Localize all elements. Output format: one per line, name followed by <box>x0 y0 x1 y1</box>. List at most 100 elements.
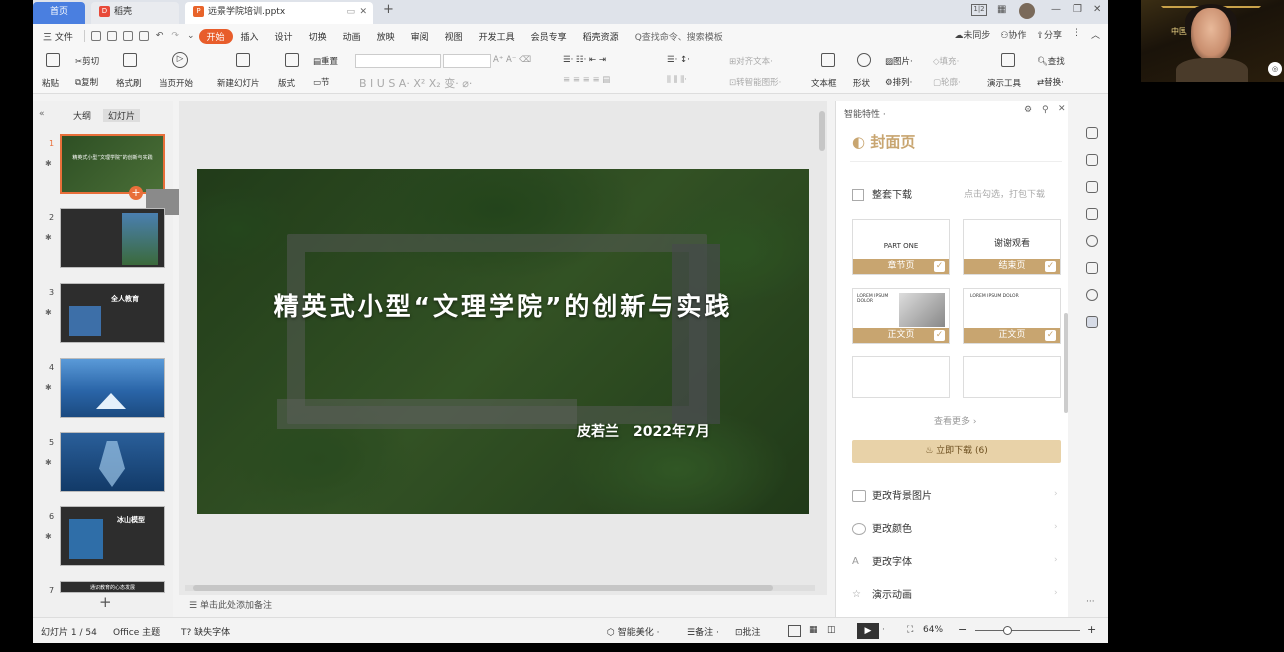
present-tools-icon[interactable] <box>1001 53 1015 67</box>
close-window-icon[interactable]: ✕ <box>1093 4 1101 15</box>
menu-start[interactable]: 开始 <box>198 28 233 44</box>
bullets-icon[interactable]: ☰· ☷· ⇤ ⇥ <box>563 55 606 65</box>
layout-icon[interactable] <box>285 53 299 67</box>
slideshow-options-icon[interactable]: · <box>882 625 885 635</box>
zoom-fit-icon[interactable]: ⛶ <box>907 625 913 635</box>
slide-thumbnail-3[interactable]: 全人教育 <box>60 283 165 343</box>
print-icon[interactable] <box>122 31 133 41</box>
notes-button[interactable]: ☰备注 · <box>687 625 719 638</box>
font-style-buttons[interactable]: B I U S A· X² X₂ 变· ⌀· <box>359 75 472 91</box>
save-icon[interactable] <box>90 31 101 41</box>
collapse-ribbon-icon[interactable]: ︿ <box>1091 28 1100 41</box>
new-slide-icon[interactable] <box>236 53 250 67</box>
paste-icon[interactable] <box>46 53 60 67</box>
tab-daoke[interactable]: D 稻壳 <box>91 2 179 24</box>
undo-icon[interactable]: ↶ <box>156 31 164 41</box>
format-painter-icon[interactable] <box>123 53 137 67</box>
find-button[interactable]: 🔍︎查找 <box>1037 55 1065 67</box>
menu-design[interactable]: 设计 <box>267 30 301 43</box>
outline-button[interactable]: ▢轮廓· <box>933 76 961 88</box>
templates-scrollbar[interactable] <box>1064 313 1068 413</box>
replace-button[interactable]: ⇄替换· <box>1037 76 1064 88</box>
more-options-icon[interactable]: ··· <box>1086 597 1095 607</box>
apps-grid-icon[interactable]: ▦ <box>997 4 1006 15</box>
smart-graphic-button[interactable]: ⊡转智能图形· <box>729 76 781 88</box>
paragraph-align-icons[interactable]: ≡ ≡ ≡ ≡ ▤ <box>563 75 610 85</box>
checkbox-icon[interactable]: ✓ <box>934 330 945 341</box>
panel-header[interactable]: 智能特性 · <box>844 107 886 120</box>
settings-icon[interactable]: ⚙ <box>1024 105 1032 115</box>
collapse-panel-icon[interactable]: « <box>39 109 45 119</box>
font-size-select[interactable] <box>443 54 491 68</box>
cube-icon[interactable] <box>1086 316 1098 328</box>
zoom-in-icon[interactable]: + <box>1087 623 1096 636</box>
notes-area[interactable]: ☰ 单击此处添加备注 <box>179 595 827 617</box>
menu-member[interactable]: 会员专享 <box>523 30 575 43</box>
help-icon[interactable] <box>1086 235 1098 247</box>
preview-icon[interactable] <box>138 31 149 41</box>
export-icon[interactable] <box>106 31 117 41</box>
slide-title[interactable]: 精英式小型“文理学院”的创新与实践 <box>197 287 809 323</box>
slide-subtitle[interactable]: 皮若兰 2022年7月 <box>577 421 710 441</box>
restore-icon[interactable]: ❐ <box>1073 4 1082 15</box>
tab-slides[interactable]: 幻灯片 <box>103 109 141 122</box>
textbox-icon[interactable] <box>821 53 835 67</box>
reading-view-icon[interactable]: ◫ <box>827 625 836 635</box>
slide[interactable]: 精英式小型“文理学院”的创新与实践 皮若兰 2022年7月 <box>197 169 809 514</box>
more-icon[interactable]: ⋮ <box>1072 28 1081 41</box>
template-content-page-4[interactable] <box>963 356 1061 398</box>
play-slideshow-icon[interactable]: ▶ <box>857 623 879 639</box>
minimize-icon[interactable]: — <box>1051 4 1061 15</box>
menu-review[interactable]: 审阅 <box>403 30 437 43</box>
beautify-button[interactable]: ⬡ 智能美化 · <box>607 625 659 638</box>
star-shape-icon[interactable] <box>1086 181 1098 193</box>
layout-button[interactable]: 版式 <box>278 77 295 89</box>
menu-transition[interactable]: 切换 <box>301 30 335 43</box>
close-panel-icon[interactable]: ✕ <box>1058 104 1066 114</box>
menu-slideshow[interactable]: 放映 <box>369 30 403 43</box>
format-painter-button[interactable]: 格式刷 <box>116 77 142 89</box>
option-change-background[interactable]: 更改背景图片 <box>852 487 932 502</box>
search-commands-input[interactable]: Q查找命令、搜索模板 <box>627 30 731 43</box>
share-button[interactable]: ⇪分享 <box>1036 28 1062 41</box>
checkbox-icon[interactable]: ✓ <box>934 261 945 272</box>
option-change-font[interactable]: A 更改字体 <box>852 553 912 568</box>
zoom-slider[interactable] <box>975 630 1080 631</box>
menu-insert[interactable]: 插入 <box>233 30 267 43</box>
menu-animation[interactable]: 动画 <box>335 30 369 43</box>
menu-docer[interactable]: 稻壳资源 <box>575 30 627 43</box>
fill-button[interactable]: ◇填充· <box>933 55 959 67</box>
template-content-page-2[interactable]: LOREM IPSUM DOLOR 正文页 ✓ <box>963 288 1061 344</box>
new-tab-icon[interactable]: + <box>383 2 394 17</box>
slide-thumbnail-4[interactable] <box>60 358 165 418</box>
slide-thumbnail-6[interactable]: 冰山模型 <box>60 506 165 566</box>
checkbox-icon[interactable]: ✓ <box>1045 261 1056 272</box>
play-icon[interactable]: ▷ <box>172 52 188 68</box>
present-tools-button[interactable]: 演示工具 <box>987 77 1021 89</box>
template-chapter-page[interactable]: PART ONE 章节页 ✓ <box>852 219 950 275</box>
redo-icon[interactable]: ↷ <box>171 31 179 41</box>
chevron-down-icon[interactable]: ⌄ <box>187 31 195 41</box>
missing-font-button[interactable]: T? 缺失字体 <box>181 625 230 638</box>
font-size-up-icon[interactable]: A⁺ A⁻ ⌫ <box>493 55 531 65</box>
template-content-page-3[interactable] <box>852 356 950 398</box>
textbox-button[interactable]: 文本框 <box>811 77 837 89</box>
zoom-out-icon[interactable]: − <box>958 623 967 636</box>
see-more-link[interactable]: 查看更多 › <box>934 414 976 427</box>
align-text-button[interactable]: ⊞对齐文本· <box>729 55 773 67</box>
comments-button[interactable]: ⊡批注 <box>735 625 761 638</box>
reset-button[interactable]: ▤重置 <box>313 55 338 67</box>
avatar[interactable] <box>1019 3 1035 19</box>
slide-thumbnail-1[interactable]: 精英式小型“文理学院”的创新与实践 <box>60 134 165 194</box>
shape-icon[interactable] <box>857 53 871 67</box>
menu-view[interactable]: 视图 <box>437 30 471 43</box>
pin-icon[interactable]: ⚲ <box>1042 105 1049 115</box>
zoom-slider-thumb[interactable] <box>1003 626 1012 635</box>
collaborate-button[interactable]: ⚇协作 <box>1000 28 1026 41</box>
magic-icon[interactable] <box>1086 127 1098 139</box>
section-button[interactable]: ▭节 <box>313 76 330 88</box>
add-slide-icon[interactable]: + <box>129 186 143 200</box>
font-family-select[interactable] <box>355 54 441 68</box>
tab-pin-icon[interactable]: ▭ <box>346 2 355 22</box>
template-end-page[interactable]: 谢谢观看 结束页 ✓ <box>963 219 1061 275</box>
